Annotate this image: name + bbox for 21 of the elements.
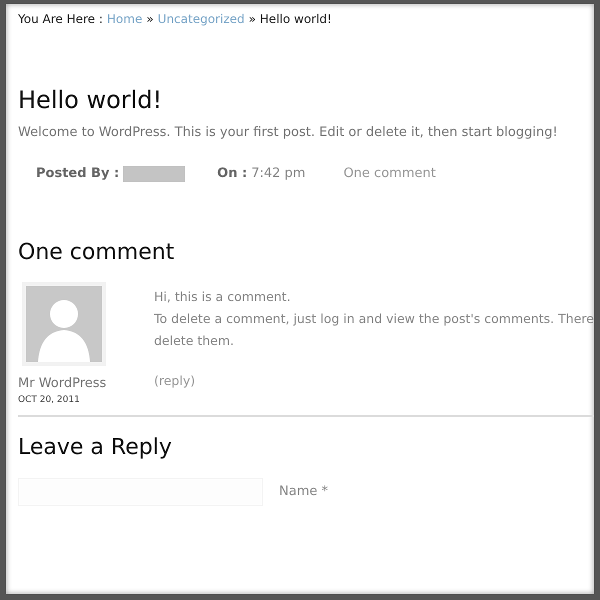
post-body: Welcome to WordPress. This is your first post. Edit or delete it, then start blogging! bbox=[18, 124, 559, 142]
comment-date: OCT 20, 2011 bbox=[18, 394, 81, 407]
breadcrumb-link[interactable]: Home bbox=[106, 10, 142, 28]
breadcrumb-current: » Hello world! bbox=[248, 11, 332, 28]
breadcrumb-label: You Are Here : bbox=[18, 11, 103, 28]
reply-heading: Leave a Reply bbox=[18, 435, 173, 462]
comment-author: Mr WordPress bbox=[18, 375, 108, 394]
breadcrumb-separator: » bbox=[146, 11, 154, 28]
breadcrumb-link[interactable]: Uncategorized bbox=[158, 10, 245, 28]
reply-link[interactable]: (reply) bbox=[154, 370, 196, 392]
comment-text: Hi, this is a comment. bbox=[154, 288, 292, 306]
comment-text: delete them. bbox=[154, 332, 236, 350]
comments-heading: One comment bbox=[18, 240, 176, 266]
on-label: On : bbox=[217, 165, 248, 184]
field-label: Name * bbox=[279, 482, 328, 501]
post-time: 7:42 pm bbox=[251, 165, 306, 184]
comments-link[interactable]: One comment bbox=[343, 164, 436, 184]
post-title: Hello world! bbox=[18, 86, 164, 115]
posted-by-label: Posted By : bbox=[36, 165, 120, 184]
comment-text: To delete a comment, just log in and view the post's comments. There bbox=[154, 310, 594, 328]
avatar-icon bbox=[22, 282, 106, 366]
